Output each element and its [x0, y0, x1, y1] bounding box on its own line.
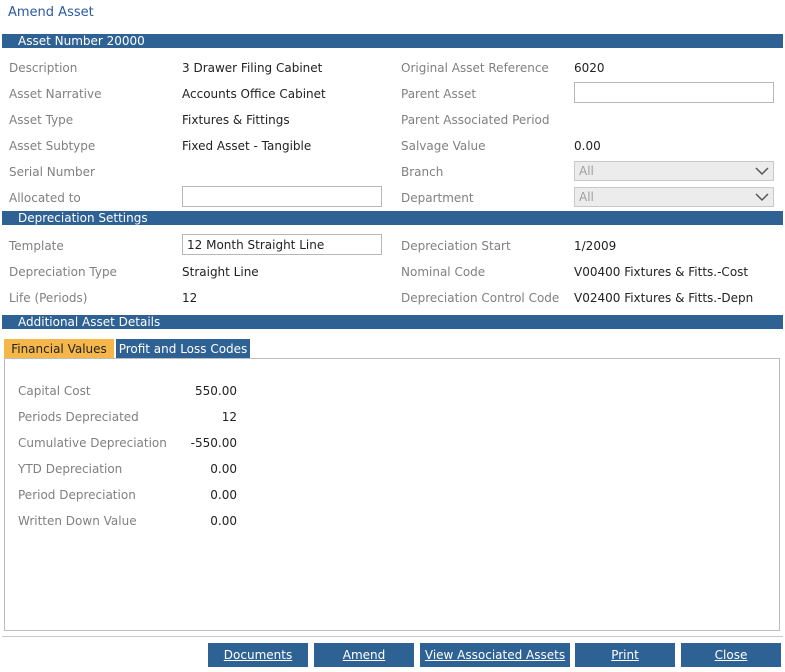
branch-select-value: All — [579, 164, 594, 178]
department-select-value: All — [579, 190, 594, 204]
salvage-value-label: Salvage Value — [401, 139, 486, 153]
section-header-asset: Asset Number 20000 — [2, 34, 783, 48]
original-asset-reference-label: Original Asset Reference — [401, 61, 549, 75]
nominal-code-value: V00400 Fixtures & Fitts.-Cost — [574, 265, 749, 279]
close-button[interactable]: Close — [681, 643, 781, 667]
description-label: Description — [9, 61, 78, 75]
depreciation-control-code-value: V02400 Fixtures & Fitts.-Depn — [574, 291, 754, 305]
print-button[interactable]: Print — [575, 643, 675, 667]
salvage-value: 0.00 — [574, 139, 601, 153]
asset-subtype-label: Asset Subtype — [9, 139, 96, 153]
chevron-down-icon — [755, 193, 769, 202]
depreciation-type-label: Depreciation Type — [9, 265, 117, 279]
period-depreciation-label: Period Depreciation — [18, 488, 136, 502]
description-value: 3 Drawer Filing Cabinet — [182, 61, 323, 75]
asset-type-label: Asset Type — [9, 113, 74, 127]
department-label: Department — [401, 191, 474, 205]
depreciation-start-value: 1/2009 — [574, 239, 617, 253]
parent-associated-period-label: Parent Associated Period — [401, 113, 550, 127]
capital-cost-value: 550.00 — [195, 384, 237, 398]
depreciation-type-value: Straight Line — [182, 265, 259, 279]
narrative-value: Accounts Office Cabinet — [182, 87, 326, 101]
depreciation-control-code-label: Depreciation Control Code — [401, 291, 560, 305]
depreciation-start-label: Depreciation Start — [401, 239, 511, 253]
chevron-down-icon — [755, 167, 769, 176]
life-periods-label: Life (Periods) — [9, 291, 88, 305]
amend-button[interactable]: Amend — [314, 643, 414, 667]
asset-type-value: Fixtures & Fittings — [182, 113, 290, 127]
ytd-depreciation-value: 0.00 — [210, 462, 237, 476]
section-header-additional: Additional Asset Details — [2, 315, 783, 329]
ytd-depreciation-label: YTD Depreciation — [18, 462, 123, 476]
section-header-depreciation: Depreciation Settings — [2, 211, 783, 225]
parent-asset-input[interactable] — [574, 82, 774, 103]
written-down-value-value: 0.00 — [210, 514, 237, 528]
periods-depreciated-label: Periods Depreciated — [18, 410, 139, 424]
template-label: Template — [9, 239, 64, 253]
allocated-to-label: Allocated to — [9, 191, 81, 205]
original-asset-reference-value: 6020 — [574, 61, 605, 75]
template-input[interactable] — [182, 234, 382, 255]
tab-financial-values[interactable]: Financial Values — [4, 339, 114, 359]
periods-depreciated-value: 12 — [221, 410, 237, 424]
view-associated-assets-button[interactable]: View Associated Assets — [420, 643, 570, 667]
department-select[interactable]: All — [574, 187, 774, 207]
branch-select[interactable]: All — [574, 161, 774, 181]
documents-button[interactable]: Documents — [208, 643, 308, 667]
allocated-to-input[interactable] — [182, 186, 382, 207]
life-periods-value: 12 — [182, 291, 198, 305]
narrative-label: Asset Narrative — [9, 87, 102, 101]
cumulative-depreciation-label: Cumulative Depreciation — [18, 436, 167, 450]
capital-cost-label: Capital Cost — [18, 384, 91, 398]
financial-values-panel: Capital Cost 550.00 Periods Depreciated … — [4, 358, 780, 631]
branch-label: Branch — [401, 165, 444, 179]
parent-asset-label: Parent Asset — [401, 87, 477, 101]
tab-profit-and-loss-codes[interactable]: Profit and Loss Codes — [116, 339, 250, 359]
written-down-value-label: Written Down Value — [18, 514, 137, 528]
page-title: Amend Asset — [8, 5, 94, 20]
footer-divider — [2, 636, 783, 637]
nominal-code-label: Nominal Code — [401, 265, 486, 279]
serial-number-label: Serial Number — [9, 165, 95, 179]
asset-subtype-value: Fixed Asset - Tangible — [182, 139, 312, 153]
period-depreciation-value: 0.00 — [210, 488, 237, 502]
cumulative-depreciation-value: -550.00 — [190, 436, 237, 450]
